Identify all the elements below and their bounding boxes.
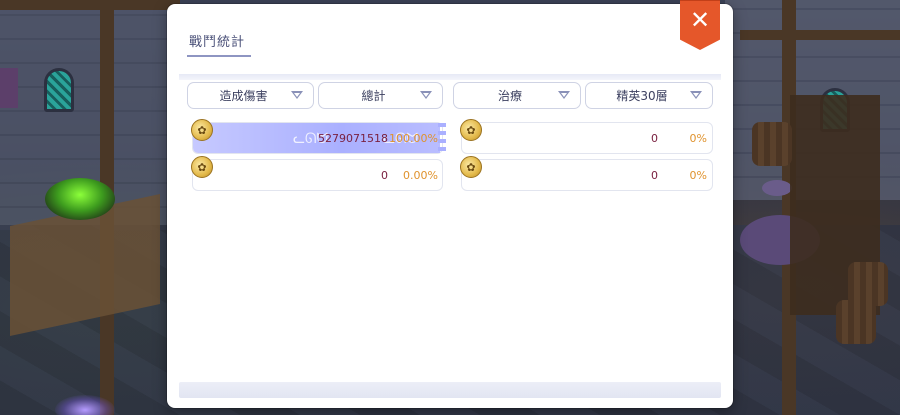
heal-value: 0 [651, 169, 658, 182]
heal-row[interactable]: ✿ 0 0% [460, 119, 713, 154]
dropdown-stage-elite[interactable]: 精英30層 [585, 82, 713, 109]
damage-row[interactable]: ᓚᘏᗢ ᓚᘏᗢ ✿ 5279071518 100.00% [191, 119, 446, 154]
close-button[interactable]: ✕ [680, 0, 720, 50]
damage-percent: 0.00% [403, 169, 438, 182]
close-x-icon: ✕ [689, 6, 711, 34]
heal-value: 0 [651, 132, 658, 145]
damage-percent: 100.00% [389, 132, 438, 145]
barrel [848, 262, 888, 306]
header-divider [179, 74, 721, 80]
heal-percent: 0% [689, 169, 707, 182]
dropdown-stat-type-heal[interactable]: 治療 [453, 82, 581, 109]
character-badge-icon: ✿ [191, 119, 213, 141]
heal-percent: 0% [689, 132, 707, 145]
battle-stats-panel: 戰鬥統計 ✕ 造成傷害 總計 治療 精英30層 ᓚᘏᗢ ᓚᘏᗢ ✿ 527907… [167, 0, 733, 408]
chevron-down-icon [690, 91, 702, 99]
character-badge-icon: ✿ [460, 119, 482, 141]
damage-value: 5279071518 [318, 132, 388, 145]
chevron-down-icon [291, 91, 303, 99]
barrel [836, 300, 876, 344]
wooden-beam [0, 0, 180, 10]
damage-row[interactable]: ✿ 0 0.00% [191, 156, 443, 191]
panel-footer-bar [179, 382, 721, 398]
character-badge-icon: ✿ [191, 156, 213, 178]
barrel [752, 122, 792, 166]
damage-value: 0 [381, 169, 388, 182]
banner-flag [0, 68, 18, 108]
chevron-down-icon [558, 91, 570, 99]
wooden-beam [740, 30, 900, 40]
stool [762, 180, 792, 196]
chevron-down-icon [420, 91, 432, 99]
cauldron [45, 178, 115, 220]
arched-window [44, 68, 74, 112]
dropdown-stat-type-damage[interactable]: 造成傷害 [187, 82, 314, 109]
panel-title: 戰鬥統計 [189, 35, 246, 50]
heal-row[interactable]: ✿ 0 0% [460, 156, 713, 191]
character-badge-icon: ✿ [460, 156, 482, 178]
title-underline [187, 55, 251, 57]
dropdown-scope-total[interactable]: 總計 [318, 82, 443, 109]
